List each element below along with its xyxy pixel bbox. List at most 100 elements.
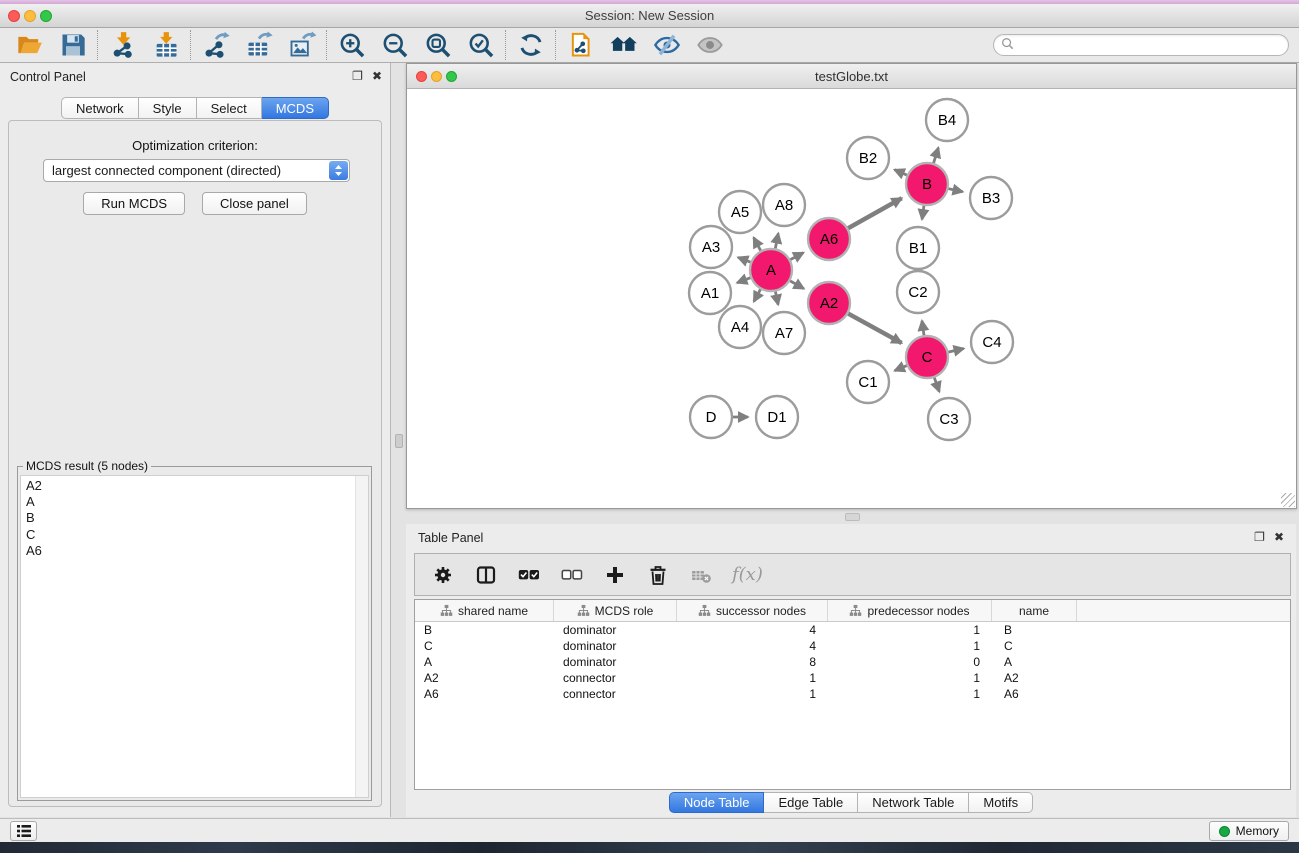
deselect-all-icon[interactable]: [560, 563, 584, 587]
task-history-button[interactable]: [10, 821, 37, 841]
open-session-icon[interactable]: [8, 29, 51, 61]
table-cell: 1: [828, 687, 992, 701]
zoom-in-icon[interactable]: [330, 29, 373, 61]
delete-table-icon[interactable]: [689, 563, 713, 587]
mcds-result-item[interactable]: B: [26, 510, 368, 526]
window-resize-grip[interactable]: [1281, 493, 1295, 507]
vertical-split-grip[interactable]: [395, 434, 403, 448]
graph-node-label: C: [922, 349, 933, 366]
memory-button[interactable]: Memory: [1209, 821, 1289, 841]
network-window-title: testGlobe.txt: [407, 69, 1296, 84]
table-row[interactable]: Bdominator41B: [415, 622, 1290, 638]
first-neighbors-icon[interactable]: [602, 29, 645, 61]
tab-network[interactable]: Network: [61, 97, 139, 119]
graph-node-label: C3: [939, 411, 958, 428]
hide-selected-icon[interactable]: [645, 29, 688, 61]
memory-label: Memory: [1236, 824, 1279, 838]
graph-node-label: A5: [731, 204, 749, 221]
graph-edge[interactable]: [846, 198, 902, 230]
search-box[interactable]: [993, 34, 1289, 56]
table-settings-icon[interactable]: [431, 563, 455, 587]
run-mcds-button[interactable]: Run MCDS: [83, 192, 185, 215]
table-row[interactable]: Adominator80A: [415, 654, 1290, 670]
export-network-icon[interactable]: [194, 29, 237, 61]
column-header-mcds-role[interactable]: MCDS role: [554, 600, 677, 621]
column-header-shared-name[interactable]: shared name: [415, 600, 554, 621]
export-image-icon[interactable]: [280, 29, 323, 61]
close-panel-icon[interactable]: ✖: [372, 69, 382, 83]
table-row[interactable]: A6connector11A6: [415, 686, 1290, 702]
result-scrollbar[interactable]: [355, 476, 368, 797]
mcds-result-item[interactable]: C: [26, 527, 368, 543]
add-column-icon[interactable]: [603, 563, 627, 587]
refresh-layout-icon[interactable]: [509, 29, 552, 61]
column-header-name[interactable]: name: [992, 600, 1077, 621]
column-type-icon: [698, 604, 711, 617]
main-toolbar: [0, 28, 1299, 63]
table-cell: 1: [677, 687, 828, 701]
column-label: MCDS role: [595, 604, 654, 618]
tab-motifs[interactable]: Motifs: [969, 792, 1033, 813]
network-canvas[interactable]: B4B2BB3A8A5A6A3B1AC2A1A2A4A7C4CC1DD1C3: [407, 89, 1296, 508]
node-table: shared name MCDS role successor nodes prede…: [414, 599, 1291, 790]
float-panel-icon[interactable]: ❐: [352, 69, 363, 83]
network-window: testGlobe.txt B4B2BB3A8A5A6A3B1AC2A1A2A4…: [406, 63, 1297, 509]
table-cell: 1: [828, 623, 992, 637]
table-cell: A: [992, 655, 1077, 669]
column-header-predecessor-nodes[interactable]: predecessor nodes: [828, 600, 992, 621]
table-cell: A6: [992, 687, 1077, 701]
graph-node-label: A7: [775, 325, 793, 342]
graph-node-label: C1: [858, 374, 877, 391]
graph-node-label: D: [706, 409, 717, 426]
select-all-icon[interactable]: [517, 563, 541, 587]
mcds-result-item[interactable]: A2: [26, 478, 368, 494]
show-all-icon[interactable]: [688, 29, 731, 61]
column-label: name: [1019, 604, 1049, 618]
zoom-out-icon[interactable]: [373, 29, 416, 61]
table-cell: A2: [992, 671, 1077, 685]
import-table-icon[interactable]: [144, 29, 187, 61]
mcds-tab-pane: Optimization criterion: largest connecte…: [8, 120, 382, 807]
graph-edge[interactable]: [846, 312, 902, 343]
column-header-successor-nodes[interactable]: successor nodes: [677, 600, 828, 621]
duplicate-network-icon[interactable]: [559, 29, 602, 61]
mcds-result-item[interactable]: A: [26, 494, 368, 510]
column-visibility-icon[interactable]: [474, 563, 498, 587]
tab-mcds[interactable]: MCDS: [262, 97, 329, 119]
import-network-icon[interactable]: [101, 29, 144, 61]
toolbar-separator: [326, 30, 327, 60]
export-table-icon[interactable]: [237, 29, 280, 61]
column-label: successor nodes: [716, 604, 806, 618]
dropdown-stepper-icon[interactable]: [329, 161, 348, 180]
search-input[interactable]: [1014, 36, 1288, 54]
table-cell: 8: [677, 655, 828, 669]
graph-node-label: A1: [701, 285, 719, 302]
delete-column-icon[interactable]: [646, 563, 670, 587]
zoom-fit-icon[interactable]: [416, 29, 459, 61]
tab-node-table[interactable]: Node Table: [669, 792, 765, 813]
close-panel-button[interactable]: Close panel: [202, 192, 307, 215]
table-row[interactable]: Cdominator41C: [415, 638, 1290, 654]
table-cell: C: [992, 639, 1077, 653]
graph-node-label: A2: [820, 295, 838, 312]
close-panel-icon[interactable]: ✖: [1274, 530, 1284, 544]
mcds-result-item[interactable]: A6: [26, 543, 368, 559]
table-cell: A2: [415, 671, 554, 685]
tab-network-table[interactable]: Network Table: [858, 792, 969, 813]
horizontal-split-grip[interactable]: [845, 513, 860, 521]
criterion-dropdown[interactable]: largest connected component (directed): [43, 159, 350, 182]
save-session-icon[interactable]: [51, 29, 94, 61]
float-panel-icon[interactable]: ❐: [1254, 530, 1265, 544]
table-cell: 1: [828, 639, 992, 653]
table-row[interactable]: A2connector11A2: [415, 670, 1290, 686]
tab-edge-table[interactable]: Edge Table: [764, 792, 858, 813]
app-title: Session: New Session: [0, 8, 1299, 23]
graph-node-label: A3: [702, 239, 720, 256]
graph-nodes: B4B2BB3A8A5A6A3B1AC2A1A2A4A7C4CC1DD1C3: [689, 99, 1013, 440]
tab-style[interactable]: Style: [139, 97, 197, 119]
network-window-titlebar[interactable]: testGlobe.txt: [407, 64, 1296, 89]
table-cell: 4: [677, 639, 828, 653]
function-builder-icon[interactable]: f(x): [732, 564, 763, 585]
tab-select[interactable]: Select: [197, 97, 262, 119]
zoom-selected-icon[interactable]: [459, 29, 502, 61]
